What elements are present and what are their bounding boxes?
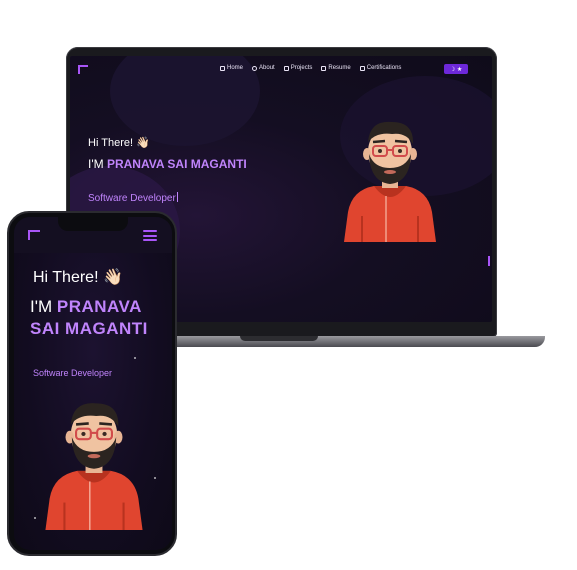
logo-icon[interactable] xyxy=(28,230,40,240)
typing-cursor xyxy=(176,192,178,202)
nav-item-about[interactable]: About xyxy=(252,65,275,71)
phone-screen: Hi There! 👋🏻 I'M PRANAVA SAI MAGANTI Sof… xyxy=(14,217,172,550)
hero-role: Software Developer xyxy=(33,368,113,378)
hero-greeting: Hi There! 👋🏻 xyxy=(88,137,150,149)
theme-toggle-button[interactable]: ☽ ★ xyxy=(444,64,468,74)
mobile-navbar xyxy=(14,217,172,253)
user-icon xyxy=(252,65,258,71)
hamburger-menu-icon[interactable] xyxy=(143,230,157,241)
home-icon xyxy=(220,65,225,71)
hero-greeting: Hi There! 👋🏻 xyxy=(33,269,123,286)
nav-item-certifications[interactable]: Certifications xyxy=(359,65,402,71)
laptop-notch xyxy=(240,336,318,341)
folder-icon xyxy=(283,65,289,71)
avatar-illustration xyxy=(344,121,436,242)
nav-label: Home xyxy=(227,65,244,71)
hero-name-prefix: I'M xyxy=(88,157,107,171)
star xyxy=(154,477,156,479)
logo-icon[interactable] xyxy=(78,65,88,74)
hero-name-highlight: PRANAVA SAI MAGANTI xyxy=(106,157,247,171)
nav-label: Projects xyxy=(290,65,313,71)
nav-label: Resume xyxy=(328,65,351,71)
phone-notch xyxy=(58,217,128,231)
nav-label: About xyxy=(259,65,275,71)
star xyxy=(134,357,136,359)
nav-item-projects[interactable]: Projects xyxy=(283,65,313,71)
avatar-illustration xyxy=(45,403,143,530)
hero-name: I'M PRANAVA SAI MAGANTI xyxy=(30,296,170,340)
certificate-icon xyxy=(359,65,365,71)
hero-role: Software Developer xyxy=(88,192,178,204)
navbar: Home About Projects Resume Certification… xyxy=(70,62,492,78)
nav-item-home[interactable]: Home xyxy=(220,65,243,71)
file-icon xyxy=(321,65,327,71)
scroll-indicator[interactable] xyxy=(488,256,490,266)
hero-role-text: Software Developer xyxy=(88,193,176,204)
hero-name-prefix: I'M xyxy=(30,297,57,316)
nav-items: Home About Projects Resume Certification… xyxy=(220,65,401,71)
hero-name: I'M PRANAVA SAI MAGANTI xyxy=(88,157,247,171)
nav-label: Certifications xyxy=(366,65,402,71)
nav-item-resume[interactable]: Resume xyxy=(321,65,351,71)
